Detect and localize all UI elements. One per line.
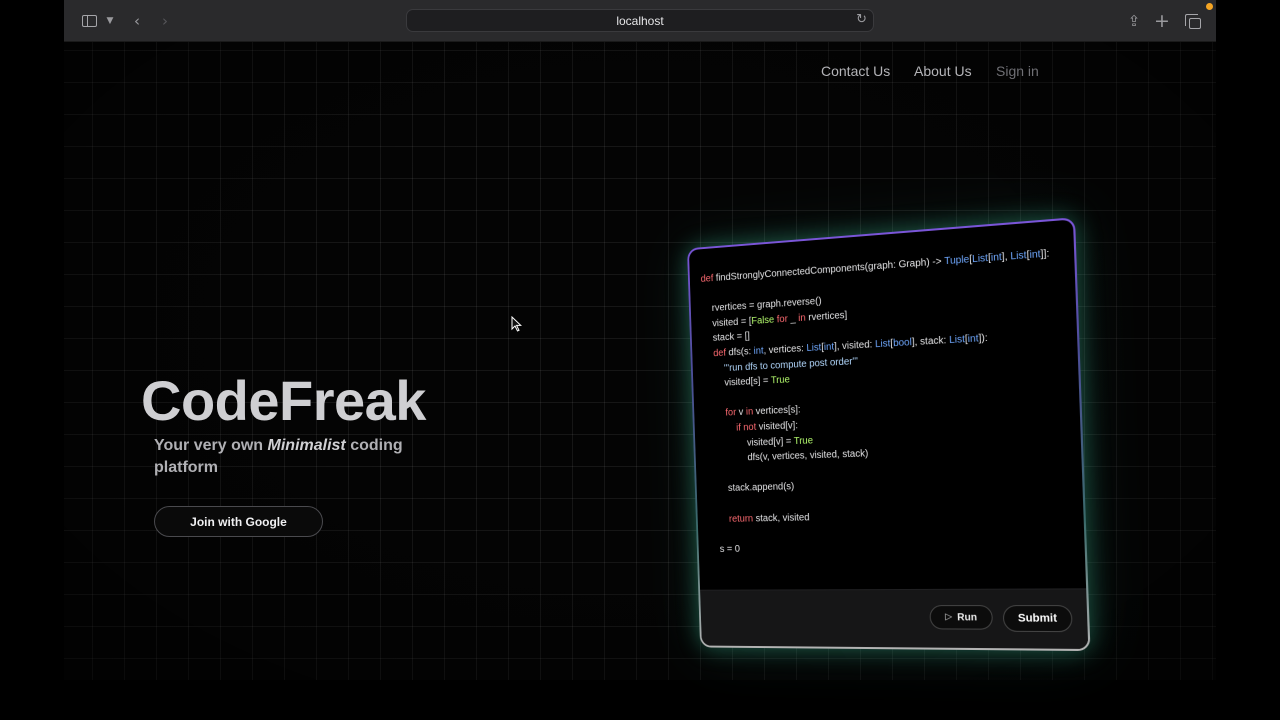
- hero-subtitle: Your very own Minimalist coding platform: [154, 435, 454, 479]
- code-editor-card: def findStronglyConnectedComponents(grap…: [687, 217, 1091, 652]
- play-icon: ▷: [944, 612, 953, 623]
- code-editor[interactable]: def findStronglyConnectedComponents(grap…: [688, 219, 1089, 649]
- subtitle-emphasis: Minimalist: [267, 437, 346, 454]
- run-button[interactable]: ▷ Run: [929, 605, 994, 630]
- run-label: Run: [956, 611, 978, 623]
- hero-title: CodeFreak: [141, 369, 426, 432]
- tab-overview-icon[interactable]: [1184, 11, 1202, 31]
- nav-contact-link[interactable]: Contact Us: [821, 63, 890, 79]
- url-text: localhost: [616, 14, 664, 28]
- reload-icon[interactable]: ↻: [856, 12, 867, 27]
- new-tab-icon[interactable]: +: [1154, 10, 1170, 32]
- chevron-down-icon[interactable]: ▼: [104, 11, 116, 31]
- nav-about-link[interactable]: About Us: [914, 63, 972, 79]
- bottom-area: [64, 680, 1216, 720]
- nav-signin-link[interactable]: Sign in: [996, 63, 1039, 79]
- editor-footer: ▷ Run Submit: [700, 588, 1089, 649]
- sidebar-toggle-icon[interactable]: [80, 11, 98, 31]
- forward-arrow-icon[interactable]: ›: [158, 11, 172, 31]
- top-nav: Contact Us About Us Sign in: [64, 63, 1216, 83]
- landing-page: Contact Us About Us Sign in CodeFreak Yo…: [64, 42, 1216, 680]
- browser-toolbar: ▼ ‹ › localhost ↻ ⇪ +: [64, 0, 1216, 42]
- share-icon[interactable]: ⇪: [1126, 11, 1142, 31]
- browser-window: ▼ ‹ › localhost ↻ ⇪ + Contact Us About U…: [64, 0, 1216, 720]
- code-block[interactable]: def findStronglyConnectedComponents(grap…: [700, 246, 1060, 557]
- notification-dot: [1206, 3, 1213, 10]
- subtitle-part: Your very own: [154, 437, 268, 454]
- address-bar[interactable]: localhost ↻: [406, 9, 874, 32]
- back-arrow-icon[interactable]: ‹: [130, 11, 144, 31]
- submit-button[interactable]: Submit: [1002, 605, 1073, 633]
- join-google-button[interactable]: Join with Google: [154, 506, 323, 537]
